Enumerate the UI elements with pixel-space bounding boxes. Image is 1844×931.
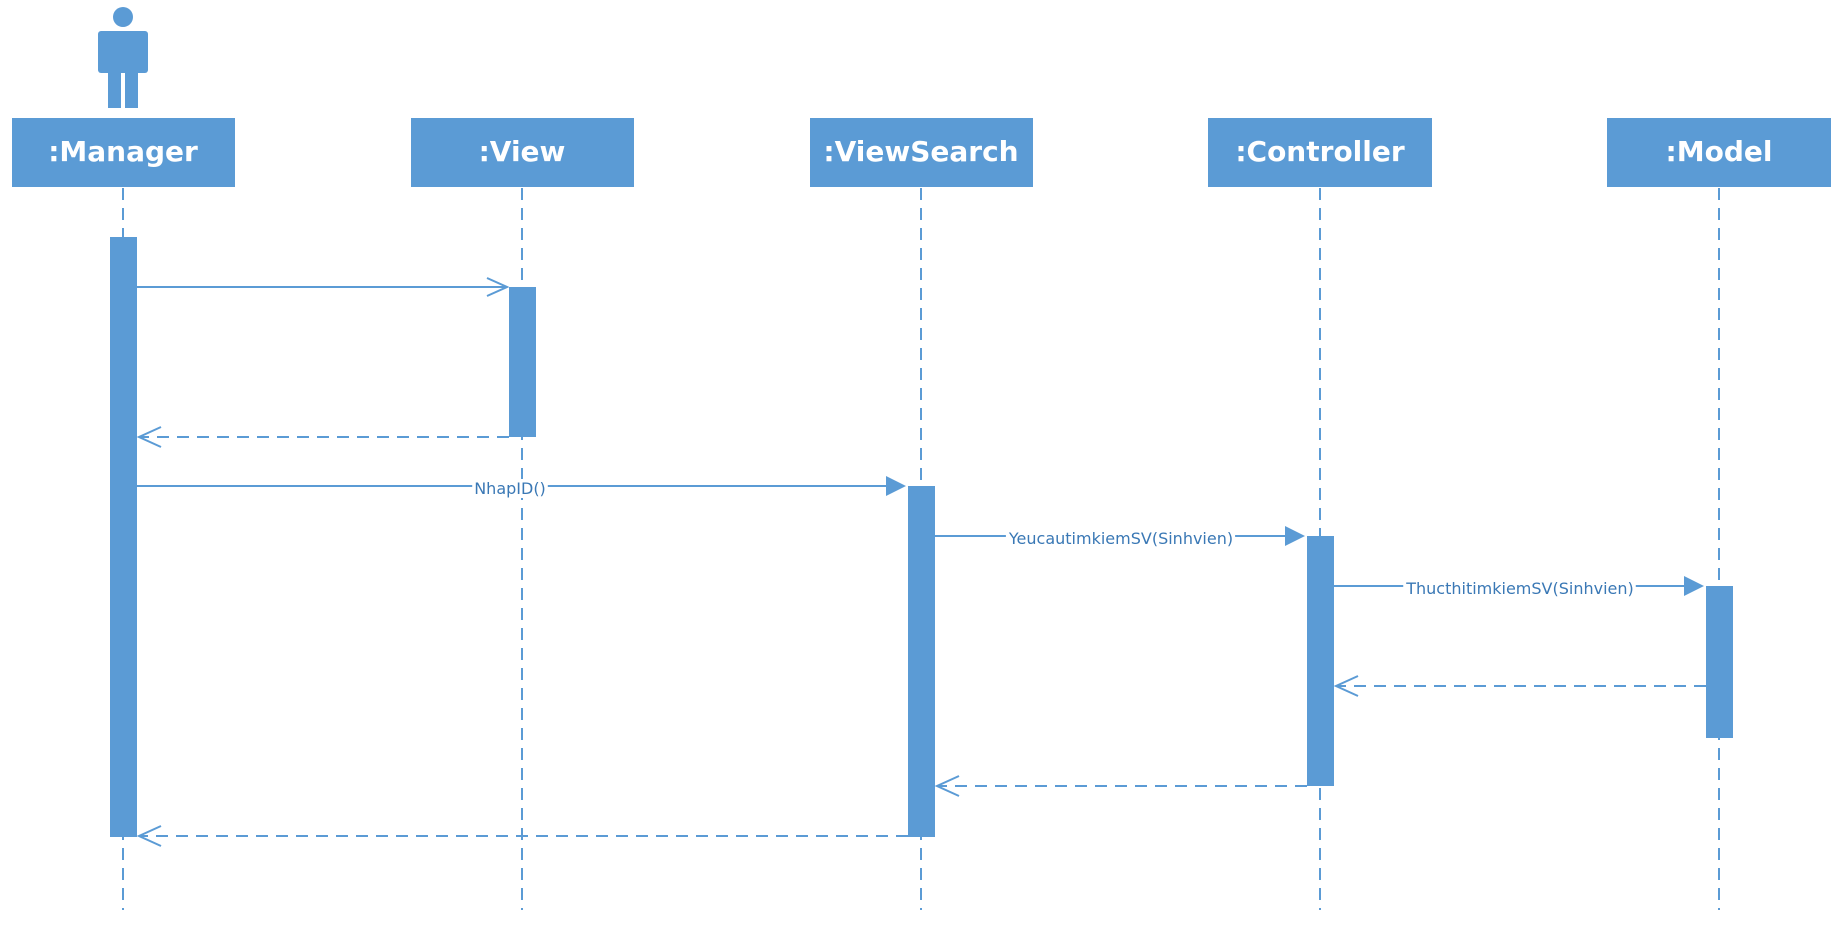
- header-model: :Model: [1607, 118, 1831, 187]
- sequence-diagram: :Manager :View :ViewSearch :Controller :…: [12, 7, 1831, 910]
- header-label-controller: :Controller: [1235, 135, 1405, 168]
- return-viewsearch-to-manager: [136, 825, 908, 847]
- person-icon: [98, 7, 148, 108]
- header-view: :View: [411, 118, 634, 187]
- activation-view: [509, 287, 536, 437]
- activation-model: [1706, 586, 1733, 738]
- header-label-view: :View: [479, 135, 566, 168]
- return-model-to-controller: [1333, 675, 1706, 697]
- header-label-viewsearch: :ViewSearch: [823, 135, 1018, 168]
- message-nhapid: NhapID(): [137, 476, 906, 498]
- header-label-manager: :Manager: [48, 135, 198, 168]
- message-yeucautimkiemsv: YeucautimkiemSV(Sinhvien): [935, 526, 1305, 548]
- return-controller-to-viewsearch: [934, 775, 1307, 797]
- activation-controller: [1307, 536, 1334, 786]
- message-label-thucthitimkiemsv: ThucthitimkiemSV(Sinhvien): [1405, 579, 1634, 598]
- header-viewsearch: :ViewSearch: [810, 118, 1033, 187]
- header-label-model: :Model: [1666, 135, 1773, 168]
- activation-manager: [110, 237, 137, 837]
- message-label-nhapid: NhapID(): [474, 479, 546, 498]
- header-manager: :Manager: [12, 118, 235, 187]
- message-thucthitimkiemsv: ThucthitimkiemSV(Sinhvien): [1334, 576, 1704, 598]
- return-view-to-manager: [136, 426, 509, 448]
- message-manager-to-view: [137, 277, 510, 297]
- message-label-yeucautimkiemsv: YeucautimkiemSV(Sinhvien): [1008, 529, 1233, 548]
- activation-viewsearch: [908, 486, 935, 837]
- header-controller: :Controller: [1208, 118, 1432, 187]
